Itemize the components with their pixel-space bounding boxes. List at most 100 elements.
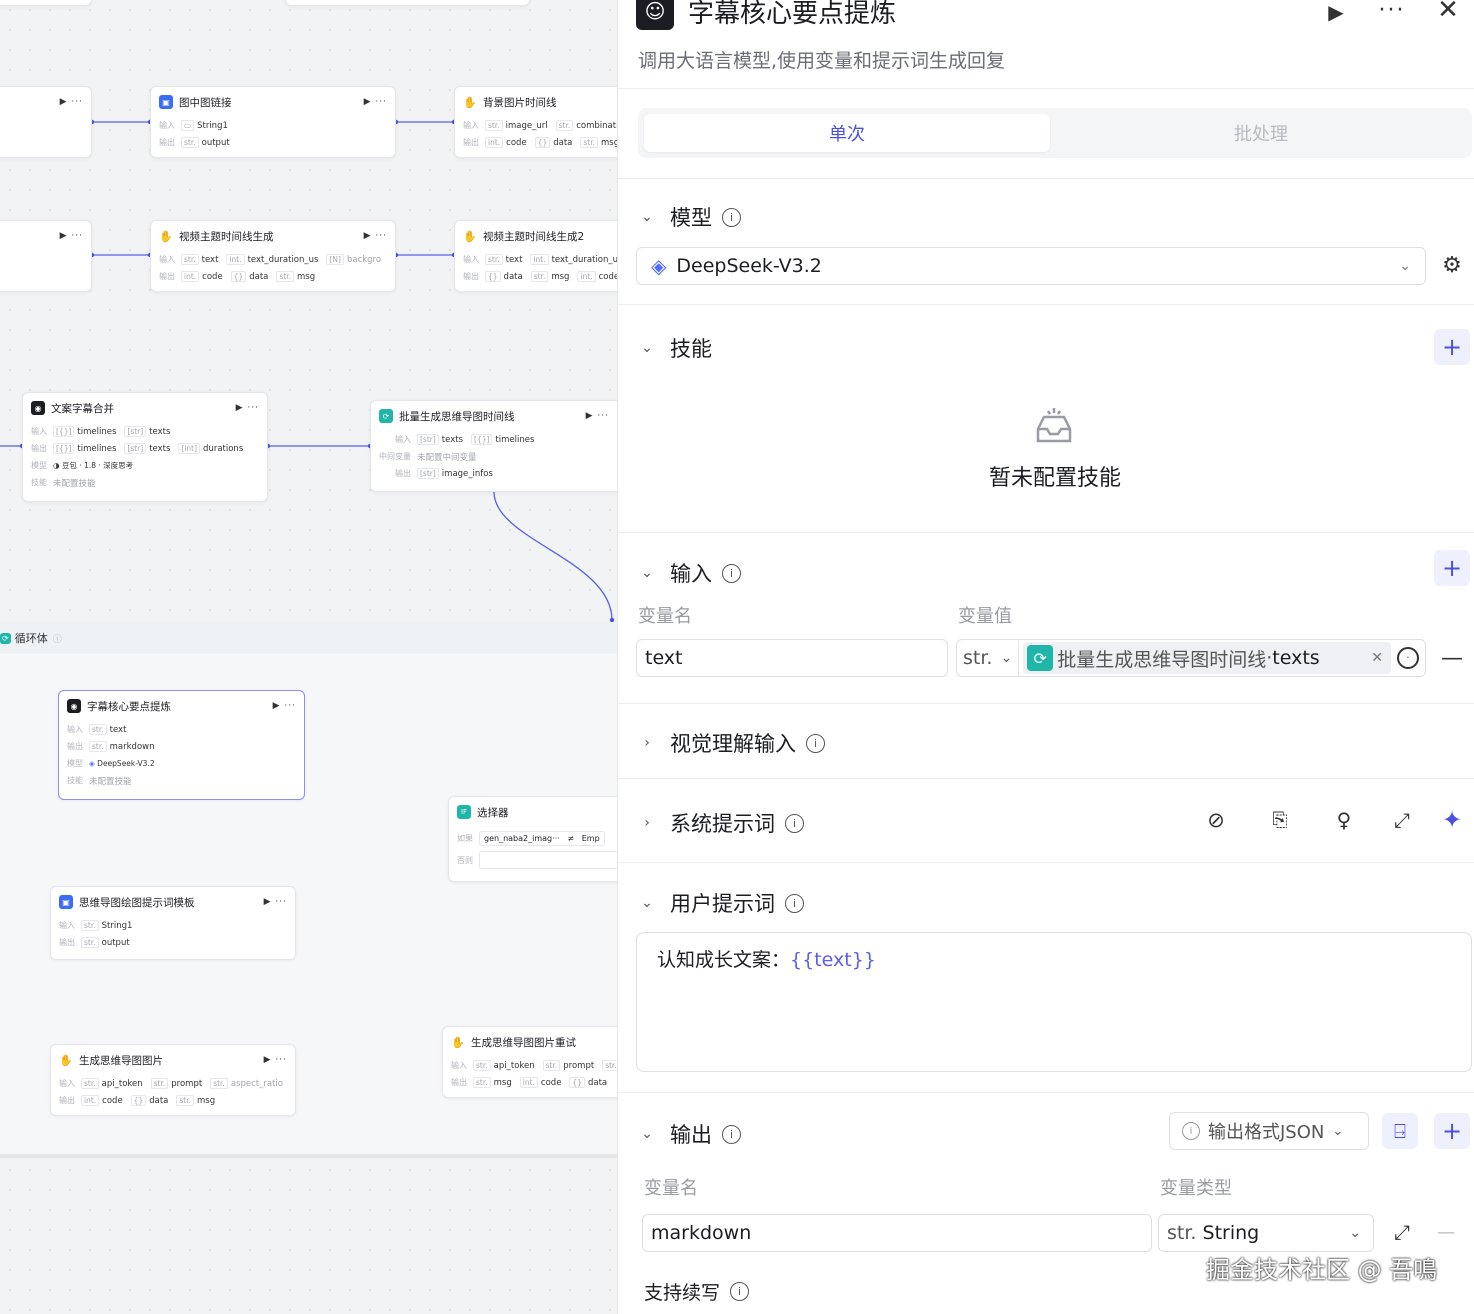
node-video-timeline[interactable]: ✋ 视频主题时间线生成 ▶ ··· 输入 str. text int. text_durat… [150, 220, 396, 292]
add-input-button[interactable]: + [1434, 550, 1470, 586]
remove-input-icon[interactable]: — [1438, 644, 1466, 672]
port-tag: str. aspect_ratio [210, 1077, 283, 1089]
user-prompt-label: 用户提示词 [670, 892, 775, 916]
var-type-select[interactable]: str. ⌄ [957, 640, 1020, 676]
node-stub[interactable] [285, 0, 530, 6]
variable-picker-icon[interactable]: · [1397, 647, 1419, 669]
node-stub[interactable] [0, 0, 92, 6]
skills-section-header[interactable]: ⌄ 技能 [640, 333, 712, 363]
type-value: String [1202, 1222, 1260, 1244]
node-menu[interactable]: ▶ ··· [273, 701, 296, 711]
node-core-points[interactable]: ◉ 字幕核心要点提炼 ▶ ··· 输入 str. text 输出 str. markdown… [58, 690, 305, 800]
run-button[interactable]: ▶ [1322, 0, 1350, 26]
else-branch[interactable] [479, 851, 617, 869]
add-skill-button[interactable]: + [1434, 329, 1470, 365]
add-output-button[interactable]: + [1434, 1113, 1470, 1149]
out-label: 输出 [395, 469, 411, 478]
panel-header: ☺ 字幕核心要点提炼 [636, 0, 896, 30]
compass-icon[interactable]: ⊘ [1202, 806, 1230, 834]
node-text-merge[interactable]: ◉ 文案字幕合并 ▶ ··· 输入 [{}] timelines [str] texts 输… [22, 392, 268, 502]
node-selector[interactable]: IF 选择器 如果 gen_naba2_imag··· ≠ Emp 否则 [448, 796, 617, 882]
close-icon[interactable]: ✕ [1434, 0, 1462, 25]
ai-sparkle-icon[interactable]: ✦ [1438, 806, 1466, 834]
user-prompt-editor[interactable]: 认知成长文案：{{text}} [636, 932, 1472, 1072]
clear-icon[interactable]: ✕ [1371, 650, 1383, 666]
port-tag: {} data [230, 270, 268, 282]
type-prefix: str. [1167, 1222, 1197, 1244]
node-mindmap-template[interactable]: ▣ 思维导图绘图提示词模板 ▶ ··· 输入 str. String1 输出 str. ou… [50, 886, 296, 960]
panel-title[interactable]: 字幕核心要点提炼 [688, 0, 896, 30]
workflow-canvas[interactable]: ▶ ··· ▶ ··· ▣ 图中图链接 ▶ ··· 输入 ▭ String1 输出 str… [0, 0, 617, 1314]
node-batch-mindmap[interactable]: ⟳ 批量生成思维导图时间线 ▶ ··· 输入 [str] texts [{}] timeli… [370, 400, 617, 492]
node-partial[interactable]: ▶ ··· [0, 86, 92, 158]
node-title: 生成思维导图图片 [79, 1054, 163, 1067]
tab-single[interactable]: 单次 [644, 114, 1050, 152]
vision-section-header[interactable]: › 视觉理解输入 i [640, 728, 825, 758]
node-video-timeline-2[interactable]: ✋ 视频主题时间线生成2 输入 str. text int. text_duration_… [454, 220, 617, 292]
node-partial[interactable]: ▶ ··· [0, 220, 92, 292]
in-label: 输入 [159, 121, 175, 130]
port-tag: str. output [81, 936, 130, 948]
user-prompt-section-header[interactable]: ⌄ 用户提示词 i [640, 888, 804, 918]
model-select[interactable]: ◈ DeepSeek-V3.2 ⌄ [636, 247, 1426, 285]
info-icon: i [785, 813, 804, 833]
node-gen-image[interactable]: ✋ 生成思维导图图片 ▶ ··· 输入 str. api_token str. prompt… [50, 1044, 296, 1116]
input-var-name-field[interactable]: text [636, 639, 948, 677]
remove-output-icon[interactable]: — [1432, 1218, 1460, 1246]
out-label: 输出 [31, 444, 47, 453]
tab-batch[interactable]: 批处理 [1058, 114, 1464, 152]
info-icon: ⓘ [52, 634, 62, 645]
run-icon[interactable]: ▶ ··· [60, 97, 83, 107]
node-menu[interactable]: ▶ ··· [586, 411, 609, 421]
run-icon[interactable]: ▶ ··· [60, 231, 83, 241]
system-prompt-section-header[interactable]: › 系统提示词 i [640, 808, 804, 838]
node-bg-timeline[interactable]: ✋ 背景图片时间线 输入 str.image_url str.combination_… [454, 86, 617, 158]
expand-icon[interactable]: ⤢ [1388, 1218, 1416, 1246]
vision-label: 视觉理解输入 [670, 732, 796, 756]
output-var-name-field[interactable]: markdown [642, 1214, 1152, 1252]
node-menu[interactable]: ▶ ··· [364, 231, 387, 241]
output-format-select[interactable]: i 输出格式JSON ⌄ [1169, 1112, 1369, 1150]
mid-value: 未配置中间变量 [417, 452, 477, 463]
node-title: 思维导图绘图提示词模板 [79, 896, 195, 909]
ref-node: 批量生成思维导图时间线 [1057, 648, 1267, 671]
node-menu[interactable]: ▶ ··· [264, 1055, 287, 1065]
settings-gear-icon[interactable]: ⚙ [1438, 251, 1466, 279]
out-label: 输出 [463, 272, 479, 281]
info-icon: i [1182, 1122, 1200, 1140]
panel-subtitle: 调用大语言模型,使用变量和提示词生成回复 [638, 50, 1006, 72]
node-img-link[interactable]: ▣ 图中图链接 ▶ ··· 输入 ▭ String1 输出 str. output [150, 86, 396, 158]
model-label: 模型 [67, 759, 83, 768]
in-label: 输入 [31, 427, 47, 436]
port-tag: str.msg [473, 1076, 512, 1088]
prompt-library-icon[interactable]: ⎘ [1266, 806, 1294, 834]
port-tag: [N] backgro [326, 253, 381, 265]
code-icon: ▣ [59, 895, 73, 909]
model-label: 模型 [670, 206, 712, 230]
code-icon: ▣ [159, 95, 173, 109]
expand-icon[interactable]: ⤢ [1388, 806, 1416, 834]
info-icon: i [722, 1124, 741, 1144]
node-menu[interactable]: ▶ ··· [264, 897, 287, 907]
model-section-header[interactable]: ⌄ 模型 i [640, 202, 741, 232]
ref-tag[interactable]: ⟳ 批量生成思维导图时间线 · texts ✕ [1023, 642, 1391, 674]
lightbulb-icon[interactable]: ♀ [1330, 806, 1358, 834]
loop-body-header[interactable]: ⟳ 循环体 ⓘ [0, 622, 617, 654]
input-var-value-field[interactable]: str. ⌄ ⟳ 批量生成思维导图时间线 · texts ✕ · [956, 639, 1426, 677]
chevron-down-icon: ⌄ [1332, 1123, 1344, 1139]
node-menu[interactable]: ▶ ··· [236, 403, 259, 413]
node-gen-image-retry[interactable]: ✋ 生成思维导图图片重试 输入 str. api_token str. prompt str… [442, 1026, 617, 1098]
more-icon[interactable]: ··· [1378, 0, 1406, 24]
port-tag: {} data [569, 1076, 607, 1088]
plugin-icon: ✋ [463, 95, 477, 109]
input-section-header[interactable]: ⌄ 输入 i [640, 558, 741, 588]
in-label: 输入 [159, 255, 175, 264]
chevron-right-icon: › [644, 815, 650, 831]
condition[interactable]: gen_naba2_imag··· ≠ Emp [479, 830, 605, 846]
node-title: 批量生成思维导图时间线 [399, 410, 515, 423]
output-section-header[interactable]: ⌄ 输出 i [640, 1119, 741, 1149]
output-var-type-select[interactable]: str. String ⌄ [1158, 1214, 1374, 1252]
node-menu[interactable]: ▶ ··· [364, 97, 387, 107]
info-icon: i [722, 207, 741, 227]
import-output-button[interactable]: ⍈ [1382, 1113, 1418, 1149]
